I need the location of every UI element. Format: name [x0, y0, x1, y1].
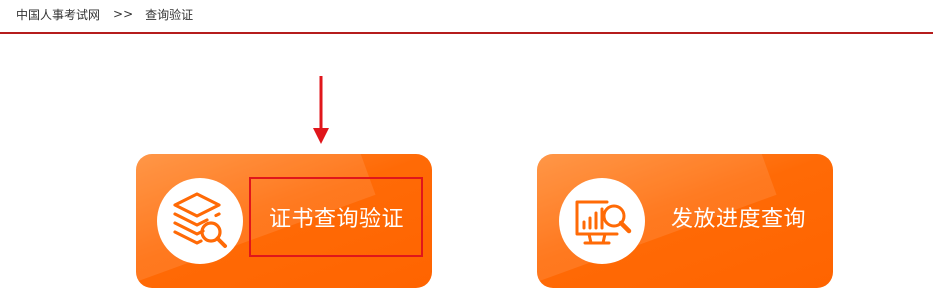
- progress-chart-search-icon-wrap: [559, 178, 645, 264]
- certificate-query-button[interactable]: 证书查询验证: [136, 154, 432, 288]
- progress-chart-search-icon: [575, 200, 632, 245]
- breadcrumb: 中国人事考试网 >> 查询验证: [16, 4, 193, 24]
- certificate-search-icon-wrap: [157, 178, 243, 264]
- breadcrumb-home-link[interactable]: 中国人事考试网: [16, 6, 100, 23]
- certificate-query-label: 证书查询验证: [269, 207, 405, 232]
- breadcrumb-separator: >>: [113, 7, 134, 21]
- issuance-progress-query-label: 发放进度查询: [671, 207, 807, 232]
- certificate-search-icon: [173, 192, 227, 248]
- page: 中国人事考试网 >> 查询验证 证书查询验证 发放进度查询: [0, 0, 933, 307]
- breadcrumb-current: 查询验证: [145, 7, 194, 22]
- issuance-progress-query-button[interactable]: 发放进度查询: [537, 154, 833, 288]
- header-divider: [0, 32, 933, 34]
- annotation-arrow-down-icon: [313, 76, 329, 144]
